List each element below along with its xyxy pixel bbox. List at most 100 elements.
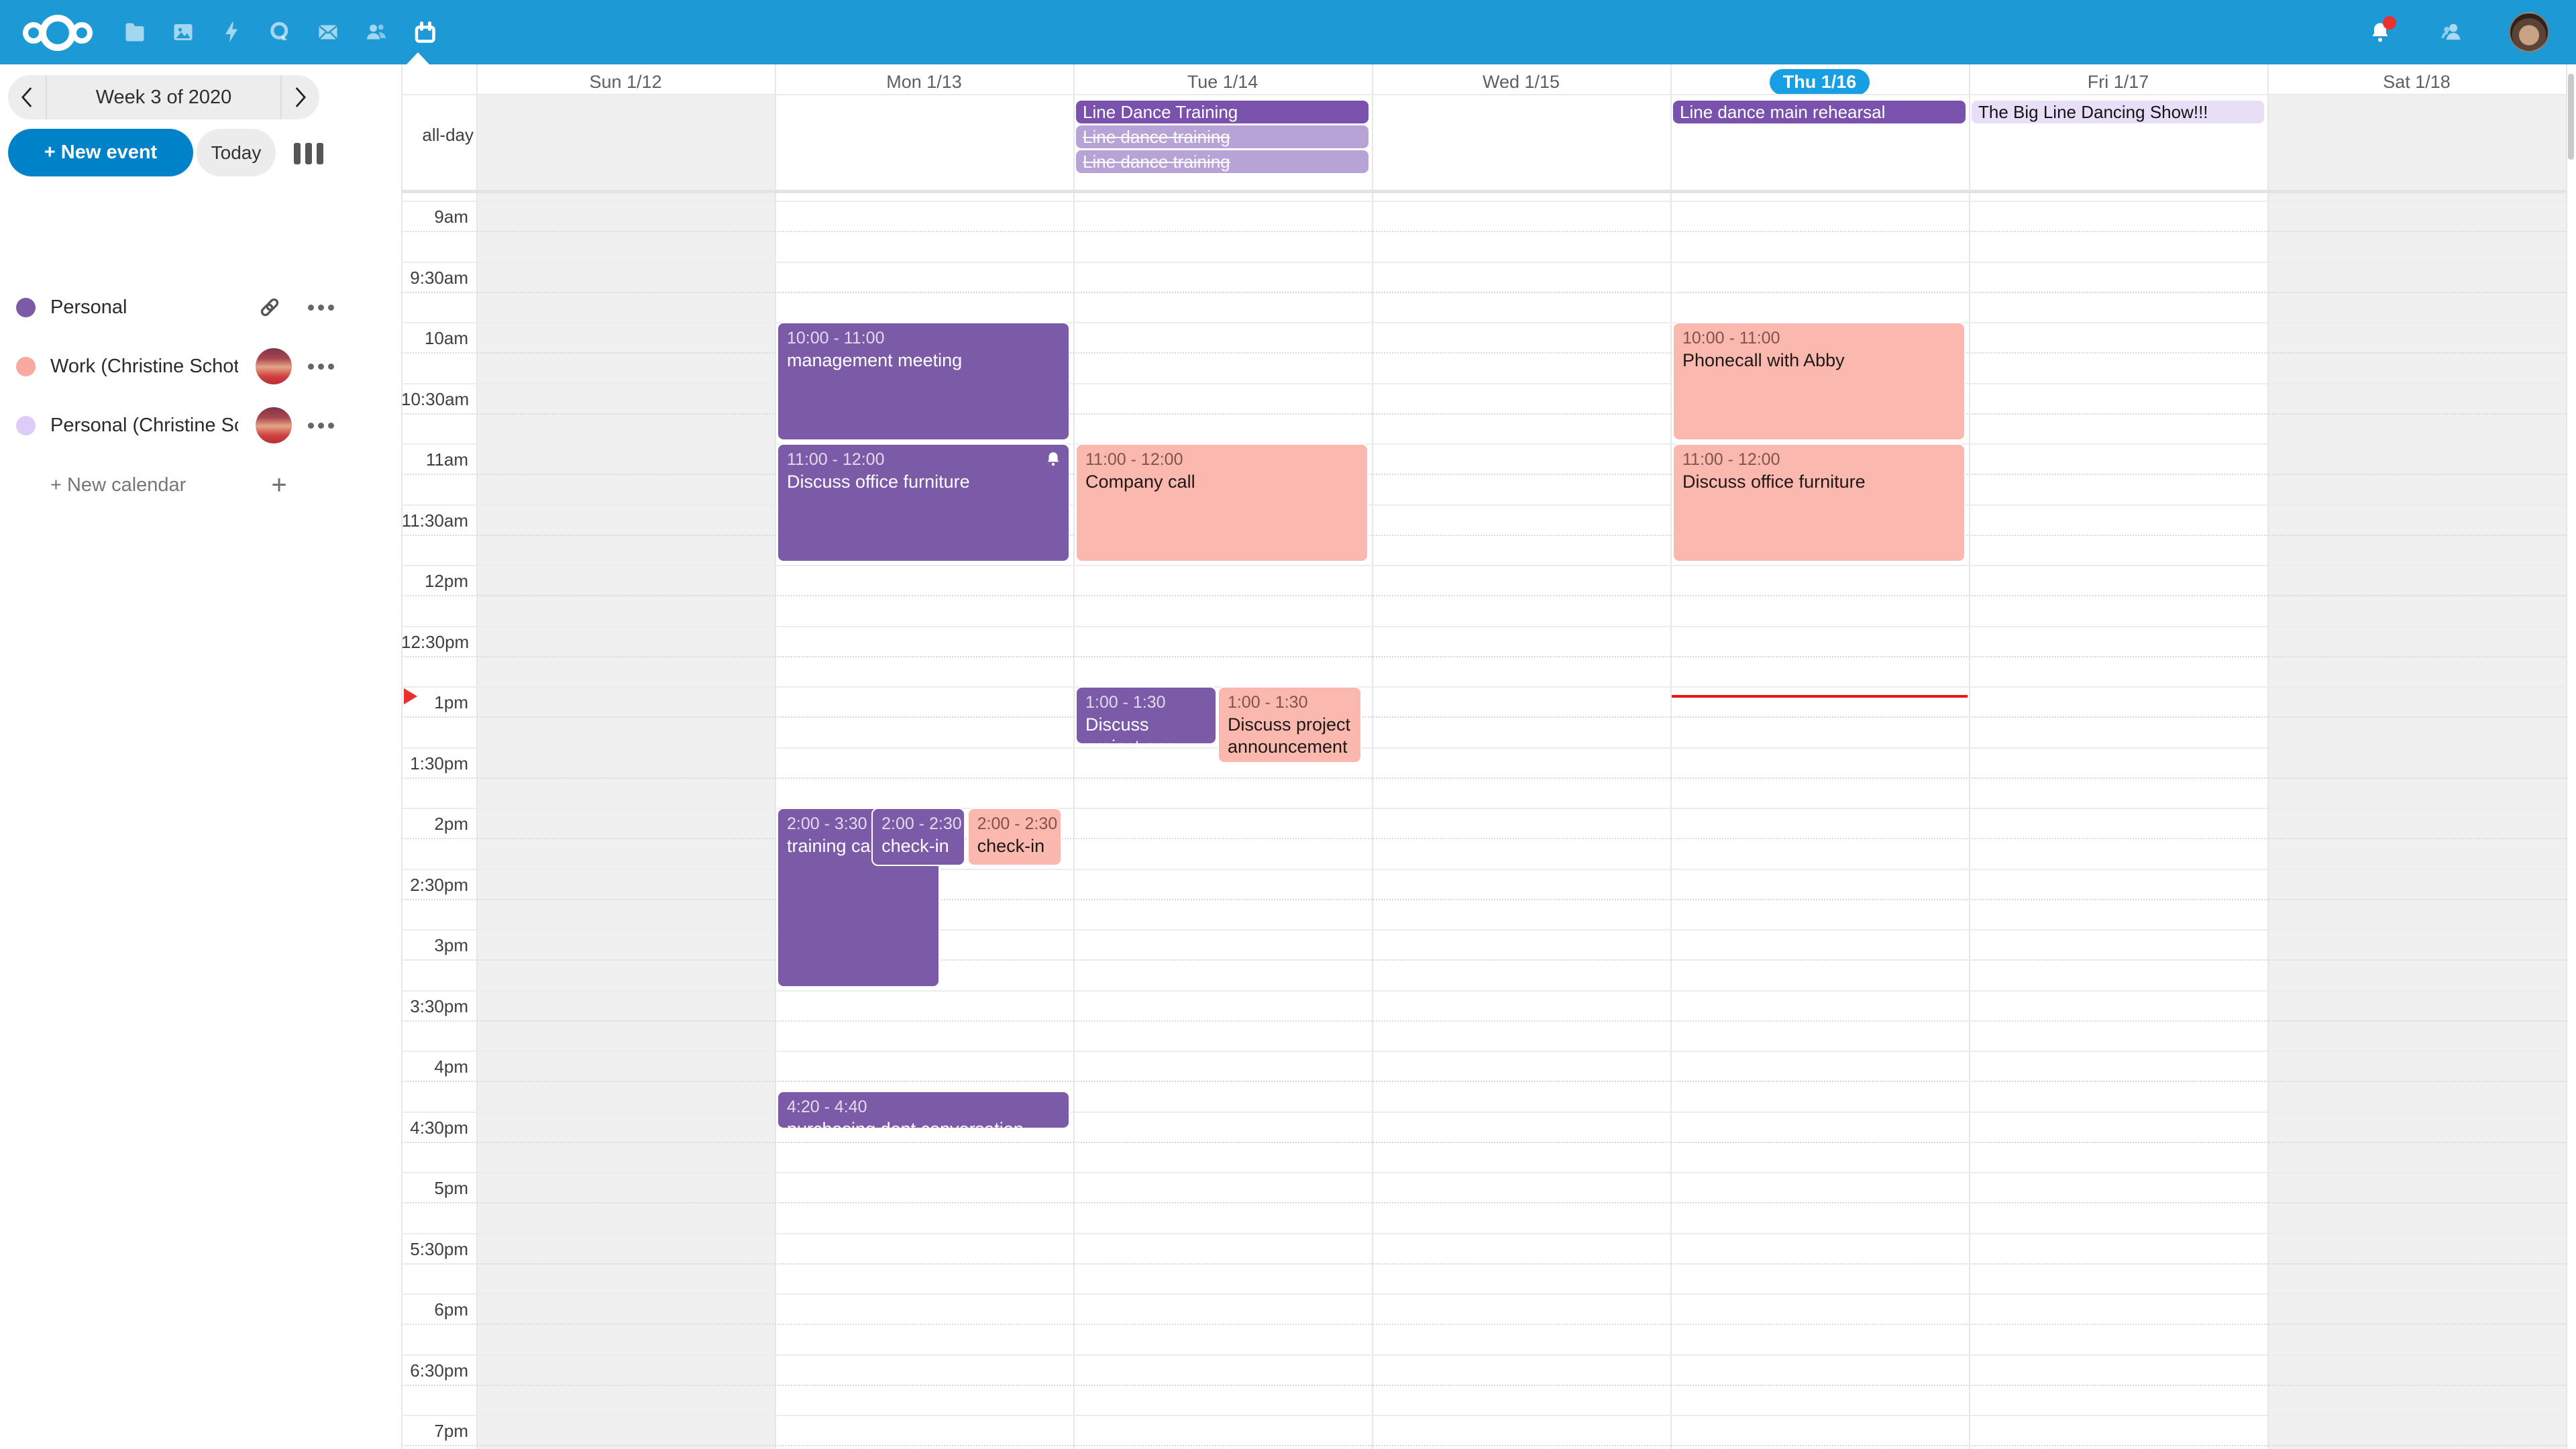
calendar-color-dot [16, 357, 36, 376]
week-label[interactable]: Week 3 of 2020 [47, 75, 280, 119]
quarter-gridline [401, 231, 2566, 232]
today-button[interactable]: Today [197, 129, 276, 176]
hour-gridline [401, 1293, 2566, 1295]
event-title: Discuss project announcement [1228, 714, 1352, 758]
hour-gridline [401, 383, 2566, 384]
event-time: 4:20 - 4:40 [787, 1096, 1060, 1118]
notifications-bell-icon[interactable] [2367, 19, 2394, 46]
day-header[interactable]: Sat 1/18 [2267, 70, 2566, 94]
time-axis-label: 9am [401, 205, 468, 229]
quarter-gridline [401, 1020, 2566, 1022]
event[interactable]: 1:00 - 1:30Discuss project announcement [1218, 686, 1362, 763]
event[interactable]: 11:00 - 12:00Discuss office furniture [777, 443, 1070, 562]
day-header[interactable]: Wed 1/15 [1372, 70, 1670, 94]
event-title: Phonecall with Abby [1682, 350, 1955, 372]
time-axis-label: 12pm [401, 569, 468, 593]
quarter-gridline [401, 595, 2566, 596]
nextcloud-logo-icon[interactable] [23, 15, 93, 51]
hour-gridline [401, 1112, 2566, 1113]
day-header[interactable]: Thu 1/16 [1670, 70, 1969, 94]
event-time: 1:00 - 1:30 [1228, 692, 1352, 714]
event[interactable]: 1:00 - 1:30Discuss project ann [1075, 686, 1217, 745]
day-header[interactable]: Sun 1/12 [476, 70, 775, 94]
user-avatar[interactable] [2509, 12, 2549, 52]
calendar-name: Personal [50, 297, 127, 319]
all-day-event[interactable]: Line Dance Training [1076, 101, 1368, 123]
shared-by-avatar [252, 348, 295, 384]
quarter-gridline [401, 838, 2566, 839]
app-navigation [122, 0, 437, 64]
event-title: Company call [1085, 471, 1358, 493]
photos-icon[interactable] [170, 19, 196, 45]
event[interactable]: 2:00 - 2:30check-in [871, 808, 965, 866]
quarter-gridline [401, 716, 2566, 718]
hour-gridline [401, 201, 2566, 202]
time-axis-label: 1:30pm [401, 751, 468, 775]
contacts-icon[interactable] [364, 19, 389, 45]
reminder-bell-icon [1044, 450, 1062, 471]
time-axis-label: 7pm [401, 1419, 468, 1443]
contacts-menu-icon[interactable] [2438, 19, 2465, 46]
calendar-list-item-personal[interactable]: Personal [0, 283, 401, 331]
shared-by-avatar [252, 407, 295, 443]
quarter-gridline [401, 1142, 2566, 1143]
view-switcher-button[interactable] [294, 143, 323, 164]
event[interactable]: 10:00 - 11:00Phonecall with Abby [1672, 322, 1966, 441]
all-day-event[interactable]: Line dance training [1076, 125, 1368, 148]
weekend-shading [2267, 94, 2566, 1449]
calendar-list-item-personal-christine[interactable]: Personal (Christine Scho… [0, 401, 401, 449]
event[interactable]: 11:00 - 12:00Discuss office furniture [1672, 443, 1966, 562]
quarter-gridline [401, 1263, 2566, 1265]
quarter-gridline [401, 535, 2566, 536]
event-title: Discuss office furniture [787, 471, 1060, 493]
today-header-pill: Thu 1/16 [1770, 69, 1870, 95]
event[interactable]: 11:00 - 12:00Company call [1075, 443, 1368, 562]
time-axis-label: 4:30pm [401, 1116, 468, 1140]
hour-gridline [401, 1354, 2566, 1356]
time-axis-label: 11:30am [401, 508, 468, 533]
vertical-scrollbar[interactable] [2568, 74, 2574, 160]
time-axis-label: 3:30pm [401, 994, 468, 1018]
calendar-icon[interactable] [412, 19, 437, 45]
top-bar-right [2367, 0, 2549, 64]
activity-icon[interactable] [219, 19, 244, 45]
link-icon[interactable] [248, 294, 291, 321]
column-border [1073, 64, 1075, 1449]
event[interactable]: 2:00 - 2:30check-in [967, 808, 1062, 866]
event-title: Discuss office furniture [1682, 471, 1955, 493]
calendar-menu-button[interactable] [308, 364, 334, 370]
hour-gridline [401, 443, 2566, 445]
calendar-menu-button[interactable] [308, 423, 334, 429]
mail-icon[interactable] [315, 19, 341, 45]
quarter-gridline [401, 292, 2566, 293]
event[interactable]: 4:20 - 4:40purchasing dept conversation [777, 1091, 1070, 1128]
talk-icon[interactable] [267, 19, 292, 45]
time-axis-label: 3pm [401, 933, 468, 957]
next-week-button[interactable] [280, 75, 319, 119]
time-axis-label: 10:30am [401, 387, 468, 411]
current-time-line [1672, 695, 1968, 698]
event[interactable]: 10:00 - 11:00management meeting [777, 322, 1070, 441]
header-border [401, 94, 2566, 95]
calendar-menu-button[interactable] [308, 305, 334, 311]
new-calendar-button[interactable]: + New calendar + [0, 461, 401, 509]
all-day-event[interactable]: The Big Line Dancing Show!!! [1972, 101, 2264, 123]
time-axis-label: 9:30am [401, 266, 468, 290]
all-day-label: all-day [401, 125, 474, 146]
event-title: check-in [977, 835, 1052, 857]
calendar-list-item-work[interactable]: Work (Christine Schott) [0, 342, 401, 390]
hour-gridline [401, 262, 2566, 263]
calendar-name: Work (Christine Schott) [50, 356, 238, 378]
day-header[interactable]: Fri 1/17 [1969, 70, 2267, 94]
all-day-event[interactable]: Line dance training [1076, 150, 1368, 173]
previous-week-button[interactable] [8, 75, 47, 119]
day-header[interactable]: Mon 1/13 [775, 70, 1073, 94]
day-header[interactable]: Tue 1/14 [1073, 70, 1372, 94]
time-axis-label: 11am [401, 447, 468, 472]
all-day-event[interactable]: Line dance main rehearsal [1673, 101, 1966, 123]
hour-gridline [401, 929, 2566, 930]
time-axis-label: 6:30pm [401, 1358, 468, 1383]
files-icon[interactable] [122, 19, 148, 45]
new-event-button[interactable]: + New event [8, 129, 193, 176]
weekend-shading [476, 94, 775, 1449]
